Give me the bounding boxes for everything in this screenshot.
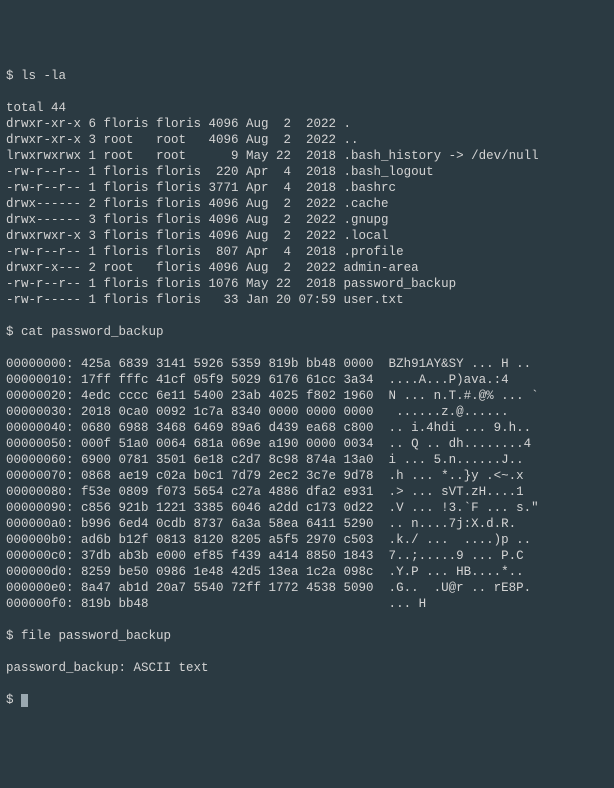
command-line-2: $ cat password_backup <box>6 324 608 340</box>
ls-row: -rw-r--r-- 1 floris floris 807 Apr 4 201… <box>6 244 608 260</box>
ls-output-block: total 44drwxr-xr-x 6 floris floris 4096 … <box>6 100 608 308</box>
prompt-current[interactable]: $ <box>6 692 608 708</box>
file-output: password_backup: ASCII text <box>6 660 608 676</box>
hexdump-row: 00000050: 000f 51a0 0064 681a 069e a190 … <box>6 436 608 452</box>
hexdump-row: 00000030: 2018 0ca0 0092 1c7a 8340 0000 … <box>6 404 608 420</box>
ls-row: -rw-r--r-- 1 floris floris 220 Apr 4 201… <box>6 164 608 180</box>
hexdump-row: 00000020: 4edc cccc 6e11 5400 23ab 4025 … <box>6 388 608 404</box>
hexdump-row: 00000070: 0868 ae19 c02a b0c1 7d79 2ec2 … <box>6 468 608 484</box>
ls-row: drwxrwxr-x 3 floris floris 4096 Aug 2 20… <box>6 228 608 244</box>
ls-row: total 44 <box>6 100 608 116</box>
command-line-1: $ ls -la <box>6 68 608 84</box>
hexdump-row: 000000b0: ad6b b12f 0813 8120 8205 a5f5 … <box>6 532 608 548</box>
hexdump-row: 00000060: 6900 0781 3501 6e18 c2d7 8c98 … <box>6 452 608 468</box>
hexdump-output-block: 00000000: 425a 6839 3141 5926 5359 819b … <box>6 356 608 612</box>
hexdump-row: 000000e0: 8a47 ab1d 20a7 5540 72ff 1772 … <box>6 580 608 596</box>
ls-row: drwx------ 3 floris floris 4096 Aug 2 20… <box>6 212 608 228</box>
ls-row: -rw-r--r-- 1 floris floris 1076 May 22 2… <box>6 276 608 292</box>
ls-row: drwx------ 2 floris floris 4096 Aug 2 20… <box>6 196 608 212</box>
hexdump-row: 000000c0: 37db ab3b e000 ef85 f439 a414 … <box>6 548 608 564</box>
cursor-block <box>21 694 28 707</box>
hexdump-row: 00000090: c856 921b 1221 3385 6046 a2dd … <box>6 500 608 516</box>
hexdump-row: 00000080: f53e 0809 f073 5654 c27a 4886 … <box>6 484 608 500</box>
ls-row: drwxr-x--- 2 root floris 4096 Aug 2 2022… <box>6 260 608 276</box>
hexdump-row: 00000000: 425a 6839 3141 5926 5359 819b … <box>6 356 608 372</box>
ls-row: -rw-r--r-- 1 floris floris 3771 Apr 4 20… <box>6 180 608 196</box>
ls-row: -rw-r----- 1 floris floris 33 Jan 20 07:… <box>6 292 608 308</box>
ls-row: drwxr-xr-x 3 root root 4096 Aug 2 2022 .… <box>6 132 608 148</box>
ls-row: lrwxrwxrwx 1 root root 9 May 22 2018 .ba… <box>6 148 608 164</box>
command-line-3: $ file password_backup <box>6 628 608 644</box>
hexdump-row: 00000040: 0680 6988 3468 6469 89a6 d439 … <box>6 420 608 436</box>
hexdump-row: 000000f0: 819b bb48 ... H <box>6 596 608 612</box>
hexdump-row: 000000d0: 8259 be50 0986 1e48 42d5 13ea … <box>6 564 608 580</box>
ls-row: drwxr-xr-x 6 floris floris 4096 Aug 2 20… <box>6 116 608 132</box>
hexdump-row: 000000a0: b996 6ed4 0cdb 8737 6a3a 58ea … <box>6 516 608 532</box>
hexdump-row: 00000010: 17ff fffc 41cf 05f9 5029 6176 … <box>6 372 608 388</box>
